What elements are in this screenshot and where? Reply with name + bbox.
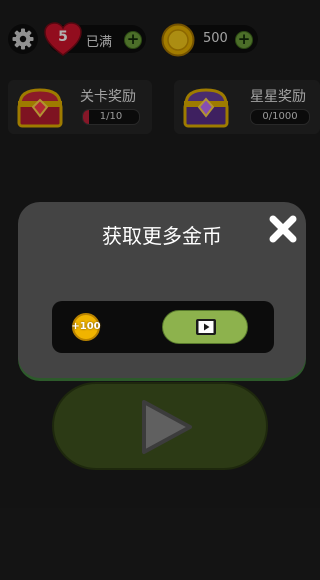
- video-icon: [196, 319, 216, 335]
- coin-reward-badge: +100: [71, 313, 101, 341]
- close-icon[interactable]: [268, 214, 298, 244]
- reward-offer-row: +100: [52, 301, 274, 353]
- get-coins-dialog: 获取更多金币 +100: [18, 202, 306, 378]
- dialog-title: 获取更多金币: [102, 224, 222, 248]
- watch-video-button[interactable]: [162, 310, 248, 344]
- reward-amount: +100: [71, 321, 101, 332]
